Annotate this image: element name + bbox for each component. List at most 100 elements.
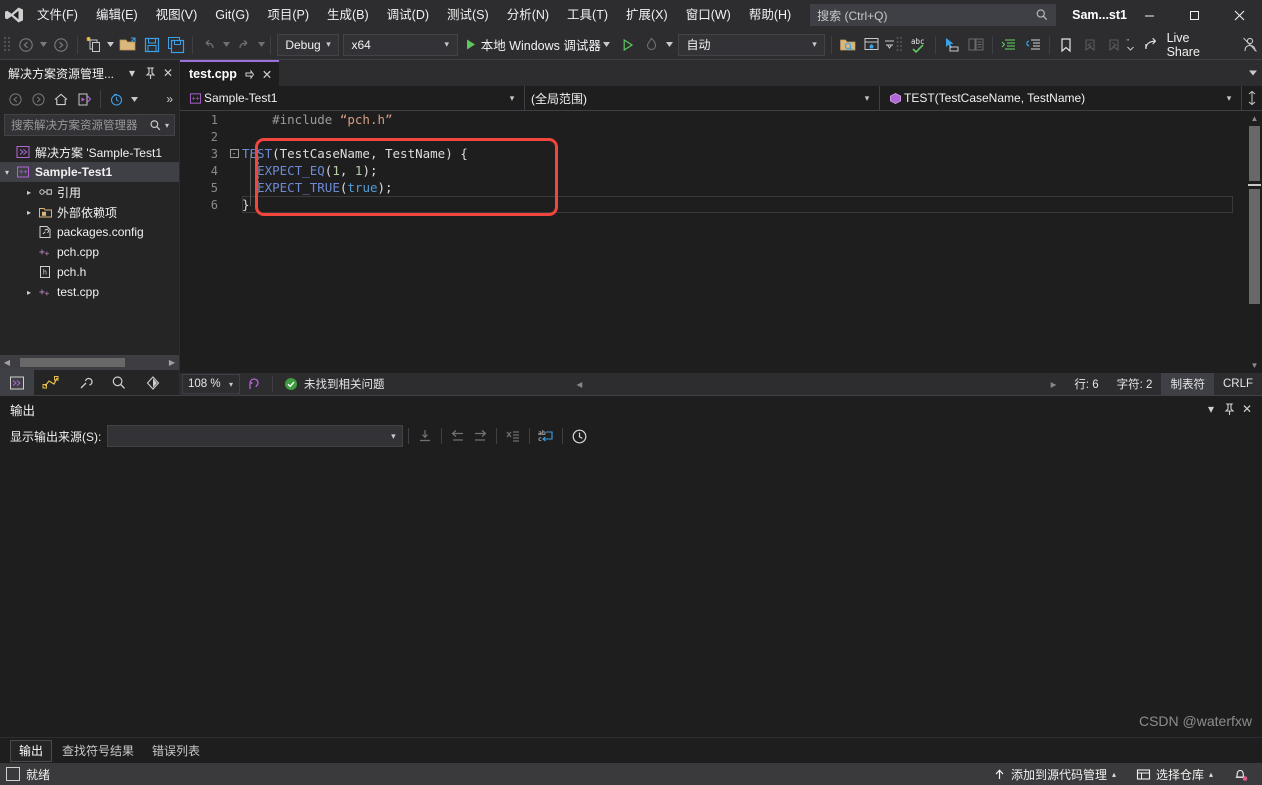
editor-vertical-scrollbar[interactable]: ▲ ▼ [1247,111,1262,373]
go-to-previous-icon[interactable] [447,425,469,447]
menu-debug[interactable]: 调试(D) [378,0,438,30]
split-view-icon[interactable] [1242,91,1262,105]
scroll-right-icon[interactable]: ▶ [165,358,179,367]
menu-tools[interactable]: 工具(T) [558,0,617,30]
output-text-area[interactable]: CSDN @waterfxw [0,450,1262,737]
start-debugging-dropdown[interactable] [601,42,612,47]
toggle-word-wrap-icon[interactable]: ab c [535,425,557,447]
menu-window[interactable]: 窗口(W) [677,0,740,30]
menu-view[interactable]: 视图(V) [147,0,207,30]
window-layout-button[interactable] [860,33,884,57]
tree-item-test-cpp[interactable]: ▸ + + test.cpp [0,282,179,302]
twisty[interactable]: ▸ [22,208,36,217]
search-solution-button[interactable] [836,33,860,57]
indent-lines-button[interactable] [997,33,1021,57]
save-all-button[interactable] [164,33,188,57]
select-repository-button[interactable]: 选择仓库 ▴ [1126,763,1223,785]
navbar-project-combo[interactable]: ++ Sample-Test1 ▾ [180,85,525,111]
start-debugging-button[interactable]: 本地 Windows 调试器 [460,33,616,57]
menu-analyze[interactable]: 分析(N) [498,0,558,30]
issue-scroll-right[interactable]: ▸ [1042,373,1066,395]
toolbar-grip-2[interactable] [895,35,905,55]
code-line-6[interactable]: 6 } [180,196,1247,213]
solution-configuration-combo[interactable]: Debug ▾ [277,33,340,56]
add-to-source-control-button[interactable]: 添加到源代码管理 ▴ [983,763,1126,785]
search-tab[interactable] [102,370,136,396]
issue-status[interactable]: 未找到相关问题 [278,373,391,395]
hot-reload-button[interactable] [640,33,664,57]
previous-bookmark-button[interactable] [1078,33,1102,57]
code-line-4[interactable]: 4 EXPECT_EQ(1, 1); [180,162,1247,179]
code-editor[interactable]: 1 #include “pch.h” 2 3 - TEST(TestCaseNa… [180,111,1262,373]
hot-reload-dropdown[interactable] [664,42,675,47]
bookmark-overflow-dropdown[interactable]: " [1126,38,1137,52]
maximize-button[interactable] [1172,0,1217,30]
twisty[interactable]: ▸ [22,188,36,197]
zoom-level-combo[interactable]: 108 % ▾ [182,374,240,394]
menu-edit[interactable]: 编辑(E) [87,0,147,30]
scroll-up-icon[interactable]: ▲ [1247,111,1262,126]
scroll-left-icon[interactable]: ◀ [0,358,14,367]
navigate-forward-button[interactable] [49,33,73,57]
pin-icon[interactable] [141,63,159,83]
toolbar-grip[interactable] [2,35,12,55]
tree-item-pch-h[interactable]: h pch.h [0,262,179,282]
tree-item-project[interactable]: ▾ ++ Sample-Test1 [0,162,179,182]
menu-git[interactable]: Git(G) [206,0,258,30]
document-tab-test-cpp[interactable]: test.cpp ✕ [180,60,279,86]
tab-error-list[interactable]: 错误列表 [144,740,208,762]
forward-icon[interactable] [27,89,49,110]
collapse-box[interactable]: - [229,149,239,158]
solution-toolbar-overflow[interactable]: » [166,93,179,105]
new-item-dropdown[interactable] [106,42,117,47]
tab-output[interactable]: 输出 [10,739,53,762]
tree-item-external-dependencies[interactable]: ▸ 外部依赖项 [0,202,179,222]
output-source-combo[interactable]: ▾ [107,425,404,447]
minimize-button[interactable] [1127,0,1172,30]
scroll-down-icon[interactable]: ▼ [1247,358,1262,373]
select-element-button[interactable] [940,33,964,57]
redo-button[interactable] [232,33,256,57]
start-without-debugging-button[interactable] [616,33,640,57]
scrollbar-thumb[interactable] [20,357,125,367]
indent-mode-indicator[interactable]: 制表符 [1161,373,1214,395]
undo-dropdown[interactable] [221,42,232,47]
tab-find-symbol-results[interactable]: 查找符号结果 [54,740,142,762]
clear-all-icon[interactable] [502,425,524,447]
show-all-files-icon[interactable] [106,89,128,110]
show-all-files-dropdown[interactable] [129,96,140,102]
twisty[interactable]: ▸ [22,288,36,297]
tree-item-packages-config[interactable]: packages.config [0,222,179,242]
save-button[interactable] [140,33,164,57]
code-text-area[interactable]: 1 #include “pch.h” 2 3 - TEST(TestCaseNa… [180,111,1247,373]
feedback-button[interactable] [1238,33,1262,57]
tree-item-pch-cpp[interactable]: + + pch.cpp [0,242,179,262]
menu-extensions[interactable]: 扩展(X) [617,0,677,30]
jump-to-output-icon[interactable] [414,425,436,447]
navigate-backward-button[interactable] [14,33,38,57]
scrollbar-thumb-lower[interactable] [1249,189,1260,304]
code-line-3[interactable]: 3 - TEST(TestCaseName, TestName) { [180,145,1247,162]
scrollbar-thumb-upper[interactable] [1249,126,1260,181]
navigate-backward-dropdown[interactable] [38,42,49,47]
solution-horizontal-scrollbar[interactable]: ◀ ▶ [0,355,179,369]
active-files-dropdown[interactable] [1247,70,1258,76]
live-share-button[interactable]: Live Share [1136,31,1232,59]
compare-files-button[interactable] [964,33,988,57]
navbar-scope-combo[interactable]: (全局范围) ▾ [525,85,880,111]
close-button[interactable] [1217,0,1262,30]
git-changes-tab[interactable] [34,370,68,396]
solution-platform-combo[interactable]: x64 ▾ [343,33,458,56]
toggle-bookmark-button[interactable] [1054,33,1078,57]
spell-check-button[interactable]: abc [907,33,931,57]
code-line-2[interactable]: 2 [180,128,1247,145]
menu-test[interactable]: 测试(S) [438,0,498,30]
code-line-1[interactable]: 1 #include “pch.h” [180,111,1247,128]
home-icon[interactable] [50,89,72,110]
code-line-5[interactable]: 5 EXPECT_TRUE(true); [180,179,1247,196]
navbar-member-combo[interactable]: TEST(TestCaseName, TestName) ▾ [880,85,1242,111]
eol-indicator[interactable]: CRLF [1214,373,1262,395]
solution-explorer-dropdown[interactable]: ▾ [123,63,141,83]
menu-help[interactable]: 帮助(H) [740,0,800,30]
solution-search-dropdown[interactable]: ▾ [162,121,172,130]
